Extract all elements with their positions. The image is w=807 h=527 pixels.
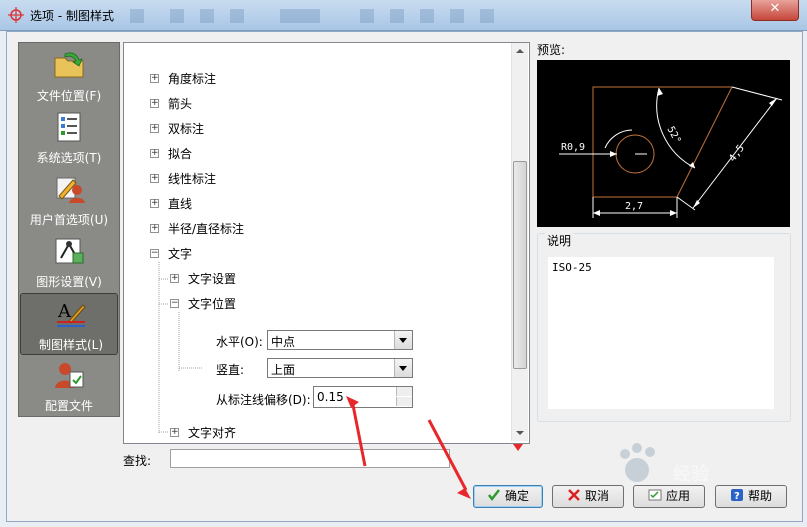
scroll-down-icon[interactable] [516, 431, 524, 435]
spin-up-icon[interactable] [396, 387, 412, 396]
chevron-down-icon[interactable] [394, 331, 412, 349]
preview-radius-text: R0,9 [561, 142, 585, 153]
tree-expander[interactable]: + [170, 428, 179, 437]
chevron-down-icon[interactable] [394, 359, 412, 377]
search-input[interactable] [170, 449, 450, 468]
offset-spinner[interactable]: 0.15 [313, 386, 413, 408]
tree-expander[interactable]: + [170, 274, 179, 283]
tree-item-label: 角度标注 [168, 72, 217, 86]
graphics-settings-icon [55, 238, 84, 264]
sidebar-item-drafting-style[interactable]: A 制图样式(L) [20, 293, 118, 355]
watermark-text: 经验 [673, 464, 709, 485]
tree-expander[interactable]: + [150, 199, 159, 208]
sidebar: 文件位置(F) 系统选项(T) 用户首选项(U) 图形设置(V) A 制图样式(… [18, 42, 120, 417]
sidebar-item-label: 系统选项(T) [36, 151, 102, 165]
search-label: 查找: [123, 454, 152, 468]
folder-arrow-icon [54, 52, 84, 78]
tree-item-label: 文字位置 [188, 297, 237, 311]
sidebar-item-label: 配置文件 [44, 399, 93, 413]
tree-item-label: 直线 [168, 197, 193, 211]
cancel-label: 取消 [584, 489, 609, 503]
x-icon [568, 489, 580, 501]
profile-icon [55, 363, 84, 388]
sidebar-item-file-locations[interactable]: 文件位置(F) [19, 45, 119, 105]
sidebar-item-label: 图形设置(V) [36, 275, 102, 289]
sidebar-item-label: 用户首选项(U) [29, 213, 109, 227]
horizontal-combo[interactable]: 中点 [267, 330, 413, 350]
apply-label: 应用 [665, 489, 690, 503]
scroll-thumb[interactable] [513, 161, 527, 369]
dimension-preview: R0,9 52° 4,5 2,7 [537, 60, 790, 227]
sidebar-item-user-preferences[interactable]: 用户首选项(U) [19, 169, 119, 229]
svg-text:A: A [57, 301, 72, 322]
preview-length-text: 4,5 [727, 143, 747, 164]
sidebar-item-system-options[interactable]: 系统选项(T) [19, 107, 119, 167]
help-label: 帮助 [747, 489, 772, 503]
user-pencil-icon [56, 177, 85, 203]
tree-item-label: 文字设置 [188, 272, 237, 286]
app-icon [8, 7, 24, 23]
tree-item-label: 文字对齐 [188, 426, 237, 440]
sidebar-item-graphics-settings[interactable]: 图形设置(V) [19, 231, 119, 291]
description-box: ISO-25 [548, 257, 774, 409]
tree-item-label: 半径/直径标注 [168, 222, 245, 236]
sidebar-item-label: 制图样式(L) [38, 338, 104, 352]
drafting-style-icon: A [57, 301, 86, 327]
window-title: 选项 - 制图样式 [30, 9, 114, 23]
sidebar-item-label: 文件位置(F) [36, 89, 102, 103]
preview-width-text: 2,7 [625, 201, 643, 212]
tree-item-label: 箭头 [168, 97, 193, 111]
vertical-combo[interactable]: 上面 [267, 358, 413, 378]
vertical-value: 上面 [271, 363, 296, 377]
scroll-up-icon[interactable] [516, 49, 524, 53]
close-button[interactable]: ✕ [751, 0, 799, 21]
title-bar: 选项 - 制图样式 ✕ [0, 0, 807, 31]
preview-label: 预览: [537, 43, 566, 57]
horizontal-label: 水平(O): [216, 335, 263, 349]
checklist-icon [57, 112, 81, 142]
tree-expander[interactable]: − [170, 299, 179, 308]
tree-expander[interactable]: + [150, 149, 159, 158]
tree-item-label: 文字 [168, 247, 193, 261]
vertical-label: 竖直: [216, 363, 245, 377]
ok-label: 确定 [504, 489, 529, 503]
tree-item-label: 双标注 [168, 122, 205, 136]
tree-expander[interactable]: + [150, 124, 159, 133]
tree-expander[interactable]: − [150, 249, 159, 258]
background-toolbar-ghost [130, 9, 494, 23]
baidu-watermark: 经验 [617, 440, 777, 490]
check-icon [487, 489, 500, 502]
tree-item-label: 拟合 [168, 147, 193, 161]
horizontal-value: 中点 [271, 335, 296, 349]
offset-label: 从标注线偏移(D): [216, 393, 311, 407]
tree-expander[interactable]: + [150, 174, 159, 183]
spin-down-icon[interactable] [396, 397, 412, 406]
description-text: ISO-25 [552, 261, 592, 274]
help-icon: ? [730, 489, 743, 502]
offset-value: 0.15 [317, 390, 344, 404]
description-label: 说明 [545, 232, 574, 249]
tree-expander[interactable]: + [150, 74, 159, 83]
cancel-button[interactable]: 取消 [552, 485, 624, 508]
preview-drawing: R0,9 52° 4,5 2,7 [559, 86, 783, 218]
tree-expander[interactable]: + [150, 224, 159, 233]
tree-scrollbar[interactable] [511, 43, 528, 441]
tree-expander[interactable]: + [150, 99, 159, 108]
sidebar-item-profiles[interactable]: 配置文件 [19, 355, 119, 415]
ok-button[interactable]: 确定 [473, 485, 543, 508]
apply-icon [648, 489, 662, 501]
svg-text:?: ? [734, 491, 740, 502]
tree-item-label: 线性标注 [168, 172, 217, 186]
